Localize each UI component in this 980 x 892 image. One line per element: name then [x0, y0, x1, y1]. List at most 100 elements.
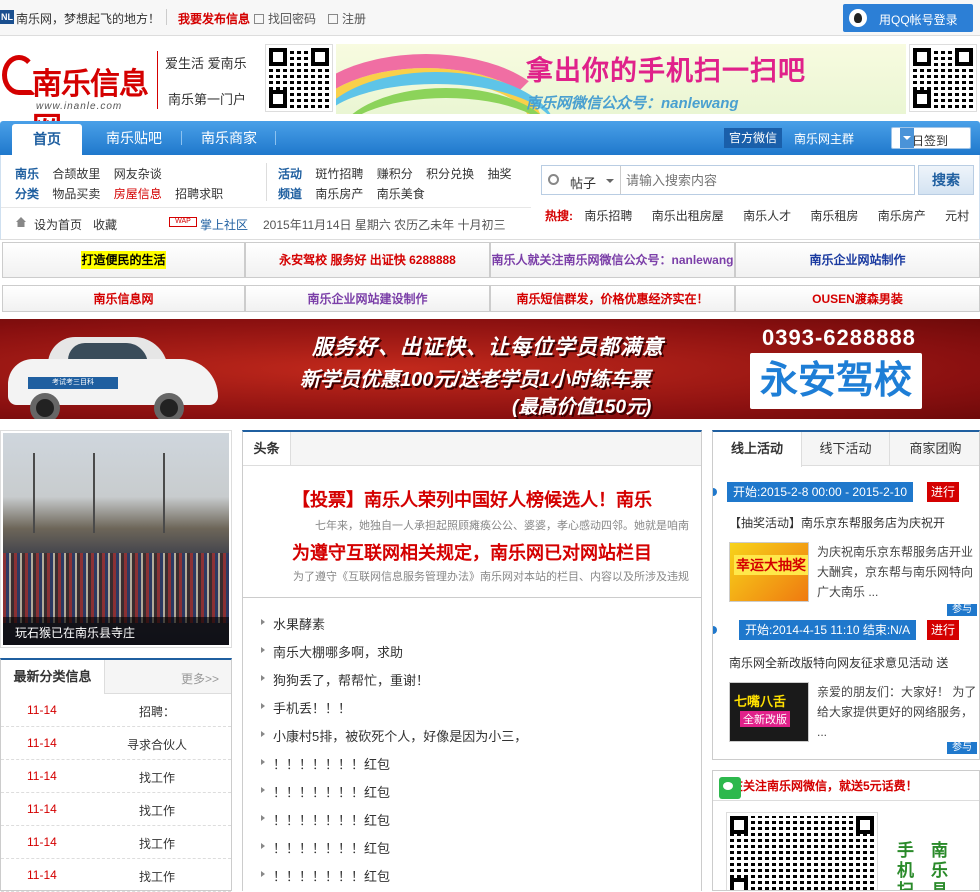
- search-type-select[interactable]: 帖子: [570, 173, 596, 192]
- text-ad[interactable]: 南乐信息网: [2, 285, 245, 312]
- tab-home[interactable]: 首页: [12, 124, 82, 155]
- more-link[interactable]: 更多>>: [181, 670, 219, 687]
- list-item[interactable]: 水果酵素: [260, 614, 325, 633]
- thumbnail-text: 幸运大抽奖: [734, 555, 808, 575]
- text-ad[interactable]: 南乐人就关注南乐网微信公众号：nanlewang: [490, 242, 735, 278]
- list-item[interactable]: 手机丢！！！: [260, 698, 351, 717]
- tab-online-activities[interactable]: 线上活动: [713, 432, 802, 467]
- subnav-link[interactable]: 积分兑换: [426, 167, 474, 181]
- subnav-link[interactable]: 招聘求职: [175, 187, 223, 201]
- list-item[interactable]: 狗狗丢了，帮帮忙，重谢！: [260, 670, 429, 689]
- activity-title[interactable]: 【抽奖活动】南乐京东帮服务店为庆祝开: [729, 514, 945, 531]
- text-ad[interactable]: 南乐企业网站制作: [735, 242, 980, 278]
- item-date: 11-14: [27, 703, 57, 717]
- register-link[interactable]: 注册: [328, 10, 366, 27]
- banner-offer: 新学员优惠100元/送老学员1小时练车票: [300, 369, 651, 391]
- hot-search-link[interactable]: 南乐租房: [810, 209, 858, 223]
- qq-login-button[interactable]: 用QQ帐号登录: [843, 4, 973, 32]
- headlines-box: 头条 【投票】南乐人荣列中国好人榜候选人！南乐 七年来，她独自一人承担起照顾瘫痪…: [242, 430, 702, 598]
- join-button[interactable]: 参与: [947, 742, 977, 754]
- list-item[interactable]: 11-14 找工作: [1, 826, 231, 859]
- item-category: 找工作: [138, 804, 175, 818]
- slider-caption: 玩石猴已在南乐县寺庄 1 2 3 4: [3, 617, 229, 645]
- photo-slider[interactable]: 玩石猴已在南乐县寺庄 1 2 3 4: [0, 430, 232, 648]
- driving-school-banner[interactable]: 考试考三目科 服务好、出证快、让每位学员都满意 新学员优惠100元/送老学员1小…: [0, 319, 980, 419]
- tab-tieba[interactable]: 南乐贴吧: [86, 121, 182, 155]
- subnav-link[interactable]: 物品买卖: [52, 187, 100, 201]
- main-group-link[interactable]: 南乐网主群: [794, 130, 854, 147]
- list-item[interactable]: 南乐大棚哪多啊，求助: [260, 642, 403, 661]
- activity-thumbnail[interactable]: 幸运大抽奖: [729, 542, 809, 602]
- text-ad[interactable]: 南乐企业网站建设制作: [245, 285, 490, 312]
- set-home-link[interactable]: 设为首页: [34, 216, 82, 233]
- subnav-link[interactable]: 合颉故里: [52, 167, 100, 181]
- tagline: 爱生活 爱南乐: [165, 56, 247, 71]
- favorite-link[interactable]: 收藏: [93, 216, 117, 233]
- list-item[interactable]: 11-14 找工作: [1, 760, 231, 793]
- join-button[interactable]: 参与: [947, 604, 977, 616]
- list-item[interactable]: ！！！！！！！红包: [260, 782, 390, 801]
- qr-code-icon: [265, 44, 333, 112]
- hot-search-link[interactable]: 南乐招聘: [584, 209, 632, 223]
- subnav-row: 频道 南乐房产 南乐美食: [278, 185, 425, 202]
- tab-headlines[interactable]: 头条: [243, 432, 291, 465]
- text-ad-label: 南乐企业网站建设制作: [307, 291, 428, 306]
- mobile-community-link[interactable]: 掌上社区: [200, 216, 248, 233]
- hot-search-link[interactable]: 南乐出租房屋: [652, 209, 724, 223]
- hot-search-link[interactable]: 南乐房产: [878, 209, 926, 223]
- subnav-link[interactable]: 斑竹招聘: [315, 167, 363, 181]
- item-date: 11-14: [27, 769, 57, 783]
- wap-icon: WAP: [169, 217, 197, 227]
- text-ad-label: 打造便民的生活: [81, 251, 166, 269]
- text-ad[interactable]: OUSEN渡森男装: [735, 285, 980, 312]
- text-ad[interactable]: 打造便民的生活: [2, 242, 245, 278]
- list-item[interactable]: ！！！！！！！红包: [260, 866, 390, 885]
- headline-title[interactable]: 【投票】南乐人荣列中国好人榜候选人！南乐: [243, 486, 701, 512]
- checkin-dropdown[interactable]: 每日签到: [891, 127, 971, 149]
- wechat-promo-title[interactable]: 现在关注南乐网微信，就送5元话费！: [719, 777, 918, 794]
- slider-caption-text[interactable]: 玩石猴已在南乐县寺庄: [15, 624, 135, 641]
- logo-swirl-icon: [2, 55, 36, 95]
- hot-search-link[interactable]: 元村: [945, 209, 969, 223]
- tab-merchants[interactable]: 南乐商家: [182, 121, 276, 155]
- wechat-banner[interactable]: 拿出你的手机扫一扫吧 南乐网微信公众号：nanlewang: [336, 44, 906, 114]
- headline-title[interactable]: 为遵守互联网相关规定，南乐网已对网站栏目: [243, 539, 701, 565]
- list-item[interactable]: ！！！！！！！红包: [260, 810, 390, 829]
- list-item[interactable]: ！！！！！！！红包: [260, 754, 390, 773]
- list-item[interactable]: ！！！！！！！红包: [260, 838, 390, 857]
- official-wechat-link[interactable]: 官方微信: [724, 128, 783, 148]
- subnav-link[interactable]: 南乐房产: [315, 187, 363, 201]
- wechat-icon: [719, 777, 741, 799]
- subnav-link[interactable]: 抽奖: [487, 167, 511, 181]
- list-item[interactable]: 11-14 寻求合伙人: [1, 727, 231, 760]
- subnav-link[interactable]: 网友杂谈: [114, 167, 162, 181]
- date-text: 2015年11月14日 星期六 农历乙未年 十月初三: [263, 218, 506, 232]
- search-input[interactable]: [626, 171, 906, 189]
- activity-thumbnail[interactable]: 七嘴八舌 全新改版: [729, 682, 809, 742]
- home-icon: [16, 217, 26, 227]
- subnav-link[interactable]: 南乐美食: [377, 187, 425, 201]
- site-logo[interactable]: 南乐信息网 www.inanle.com: [2, 45, 158, 146]
- activity-title[interactable]: 南乐网全新改版特向网友征求意见活动 送: [729, 654, 948, 671]
- post-info-link[interactable]: 我要发布信息: [178, 10, 250, 27]
- thumbnail-text: 全新改版: [740, 711, 790, 727]
- activity-time: 开始:2015-2-8 00:00 - 2015-2-10: [727, 482, 914, 502]
- find-password-link[interactable]: 找回密码: [254, 10, 316, 27]
- item-category: 找工作: [138, 771, 175, 785]
- search-button[interactable]: 搜索: [918, 165, 974, 195]
- text-ad[interactable]: 永安驾校 服务好 出证快 6288888: [245, 242, 490, 278]
- item-date: 11-14: [27, 868, 57, 882]
- list-item[interactable]: 小康村5排，被砍死个人，好像是因为小三，: [260, 726, 527, 745]
- list-item[interactable]: 11-14 找工作: [1, 793, 231, 826]
- text-ad[interactable]: 南乐短信群发，价格优惠经济实在！: [490, 285, 735, 312]
- subnav-label: 南乐: [15, 167, 40, 181]
- tab-offline-activities[interactable]: 线下活动: [802, 432, 890, 466]
- divider: [166, 9, 167, 25]
- list-item[interactable]: 11-14 招聘：: [1, 694, 231, 727]
- subnav-link[interactable]: 赚积分: [377, 167, 413, 181]
- subnav-link[interactable]: 房屋信息: [114, 187, 162, 201]
- subnav-label: 分类: [15, 187, 40, 201]
- list-item[interactable]: 11-14 找工作: [1, 859, 231, 892]
- hot-search-link[interactable]: 南乐人才: [743, 209, 791, 223]
- tab-group-buy[interactable]: 商家团购: [890, 432, 979, 466]
